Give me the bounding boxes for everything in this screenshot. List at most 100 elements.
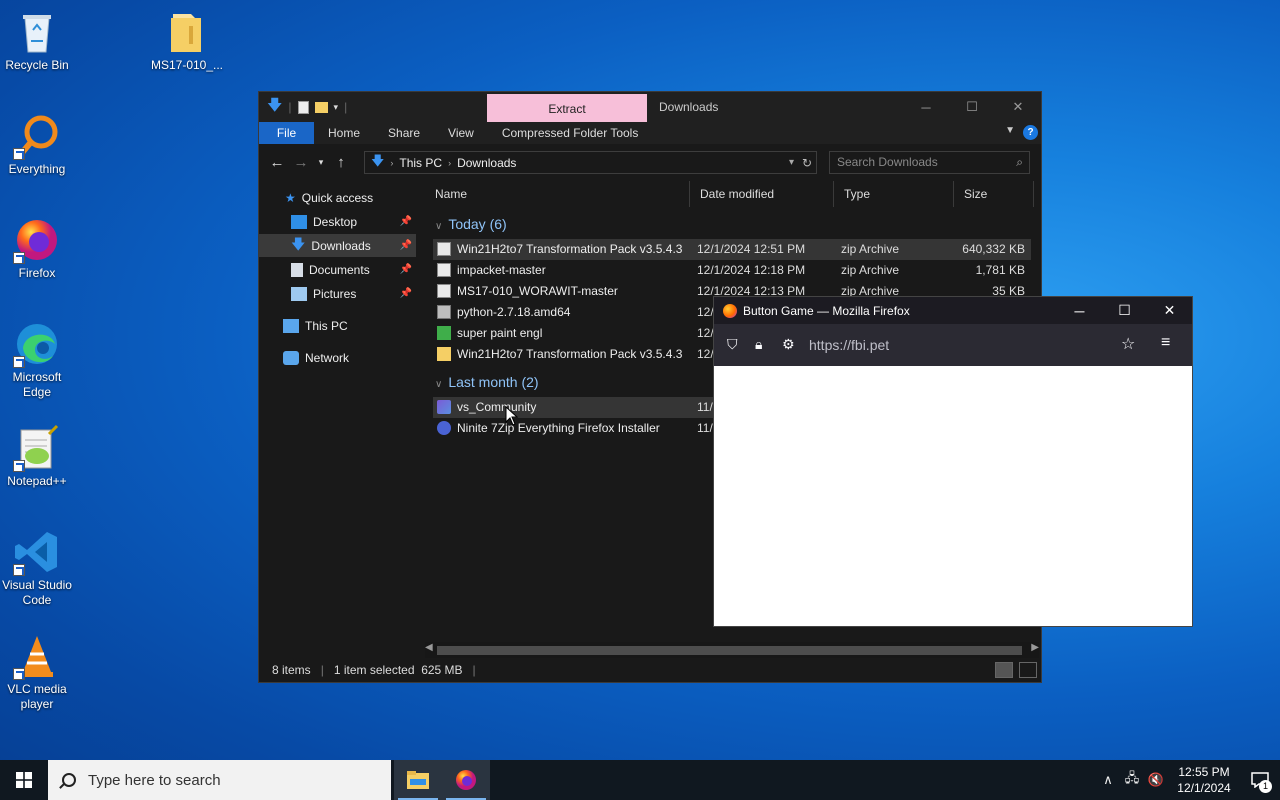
group-today[interactable]: ∨ Today (6) (435, 216, 507, 232)
file-date: 12/ (697, 326, 714, 340)
url-bar[interactable]: https://fbi.pet (809, 337, 889, 353)
address-dropdown-icon[interactable]: ▾ (789, 157, 794, 168)
volume-muted-icon[interactable]: 🔇 (1144, 772, 1168, 788)
new-folder-icon[interactable] (314, 101, 328, 113)
breadcrumb-downloads[interactable]: Downloads (457, 156, 516, 170)
desktop-icon-label: Recycle Bin (5, 58, 69, 72)
firefox-window[interactable]: Button Game — Mozilla Firefox ─ ☐ ✕ ⛉ 🔒︎… (713, 296, 1193, 627)
action-center-button[interactable]: 1 (1240, 760, 1280, 800)
properties-icon[interactable] (297, 100, 309, 114)
shield-icon[interactable]: ⛉ (727, 336, 738, 353)
nav-label: Network (305, 350, 350, 365)
webpage-content[interactable] (714, 366, 1192, 626)
shortcut-arrow-icon (13, 252, 25, 264)
taskbar-firefox[interactable] (442, 760, 490, 800)
breadcrumb-this-pc[interactable]: This PC (399, 156, 442, 170)
folder-icon (163, 8, 211, 56)
maximize-button[interactable]: ☐ (949, 92, 995, 122)
firefox-titlebar[interactable]: Button Game — Mozilla Firefox ─ ☐ ✕ (714, 297, 1192, 324)
nav-pictures[interactable]: Pictures 📌 (259, 282, 416, 305)
details-view-icon[interactable] (995, 662, 1013, 678)
lock-icon[interactable]: 🔒︎ (755, 336, 762, 353)
back-arrow-icon[interactable]: ← (265, 154, 289, 171)
desktop-icon-edge[interactable]: Microsoft Edge (0, 320, 74, 400)
tab-share[interactable]: Share (374, 126, 434, 140)
customize-qat-icon[interactable]: ▾ (334, 102, 339, 113)
file-date: 11/ (697, 400, 713, 414)
extract-contextual-tab[interactable]: Extract (487, 94, 647, 122)
system-tray: ∧ 🖧 🔇 12:55 PM 12/1/2024 1 (1096, 760, 1280, 800)
nav-documents[interactable]: Documents 📌 (259, 258, 416, 281)
desktop-icon-vscode[interactable]: Visual Studio Code (0, 528, 74, 608)
clock[interactable]: 12:55 PM 12/1/2024 (1168, 764, 1240, 796)
up-arrow-icon[interactable]: ↑ (329, 154, 353, 171)
tab-home[interactable]: Home (314, 126, 374, 140)
file-row[interactable]: impacket-master 12/1/2024 12:18 PM zip A… (433, 260, 1031, 281)
recent-locations-icon[interactable]: ▾ (313, 157, 329, 168)
help-icon[interactable]: ? (1023, 125, 1038, 140)
ribbon-expand-icon[interactable]: ▼ (1005, 125, 1015, 136)
scrollbar-thumb[interactable] (437, 646, 1022, 655)
file-name: impacket-master (457, 263, 546, 277)
archive-icon (437, 284, 451, 298)
ninite-icon (437, 421, 451, 435)
pin-icon: 📌 (399, 216, 412, 227)
desktop-icon-ms17-folder[interactable]: MS17-010_... (150, 8, 224, 73)
taskbar-search-box[interactable]: Type here to search (48, 760, 391, 800)
file-name: vs_Community (457, 400, 537, 414)
column-size[interactable]: Size (954, 181, 1034, 207)
column-name[interactable]: Name (425, 181, 690, 207)
desktop-icon-firefox[interactable]: Firefox (0, 216, 74, 281)
address-bar[interactable]: 🡇 › This PC › Downloads ▾ ↻ (364, 151, 817, 174)
desktop-icon-vlc[interactable]: VLC media player (0, 632, 74, 712)
download-arrow-icon[interactable]: 🡇 (267, 95, 282, 120)
show-hidden-icons-icon[interactable]: ∧ (1096, 772, 1120, 788)
nav-network[interactable]: Network (259, 346, 416, 369)
ribbon-tabs: File Home Share View Compressed Folder T… (259, 122, 1041, 144)
nav-this-pc[interactable]: This PC (259, 314, 416, 337)
file-date: 12/ (697, 347, 714, 361)
desktop-icon-label: Visual Studio Code (2, 578, 72, 607)
pin-icon: 📌 (399, 288, 412, 299)
desktop-icon-notepadpp[interactable]: Notepad++ (0, 424, 74, 489)
minimize-button[interactable]: ─ (903, 92, 949, 122)
column-type[interactable]: Type (834, 181, 954, 207)
explorer-titlebar[interactable]: 🡇 | ▾ | Extract Downloads ─ ☐ ✕ (259, 92, 1041, 122)
minimize-button[interactable]: ─ (1057, 297, 1102, 324)
bookmark-star-icon[interactable]: ☆ (1121, 334, 1135, 354)
refresh-icon[interactable]: ↻ (802, 156, 812, 170)
scroll-left-icon[interactable]: ◀ (425, 642, 433, 653)
tab-file[interactable]: File (259, 122, 314, 144)
nav-quick-access[interactable]: ★ Quick access (259, 186, 416, 209)
forward-arrow-icon[interactable]: → (289, 154, 313, 171)
permissions-icon[interactable]: ⚙ (782, 336, 795, 353)
horizontal-scrollbar[interactable]: ◀ ▶ (425, 642, 1039, 658)
pin-icon: 📌 (399, 240, 412, 251)
maximize-button[interactable]: ☐ (1102, 297, 1147, 324)
installer-icon (437, 305, 451, 319)
nav-desktop[interactable]: Desktop 📌 (259, 210, 416, 233)
close-button[interactable]: ✕ (995, 92, 1041, 122)
nav-downloads[interactable]: 🡇 Downloads 📌 (259, 234, 416, 257)
paint-app-icon (437, 326, 451, 340)
large-icons-view-icon[interactable] (1019, 662, 1037, 678)
tab-compressed-folder-tools[interactable]: Compressed Folder Tools (488, 126, 653, 140)
file-explorer-icon (407, 771, 429, 789)
column-date-modified[interactable]: Date modified (690, 181, 834, 207)
file-name: Ninite 7Zip Everything Firefox Installer (457, 421, 660, 435)
scroll-right-icon[interactable]: ▶ (1031, 642, 1039, 653)
group-last-month[interactable]: ∨ Last month (2) (435, 374, 539, 390)
search-input[interactable]: Search Downloads ⌕ (829, 151, 1030, 174)
vscode-icon (13, 528, 61, 576)
firefox-logo-icon (723, 303, 737, 318)
file-date: 12/ (697, 305, 714, 319)
taskbar-file-explorer[interactable] (394, 760, 442, 800)
desktop-icon-recycle-bin[interactable]: Recycle Bin (0, 8, 74, 73)
tab-view[interactable]: View (434, 126, 488, 140)
start-button[interactable] (0, 760, 48, 800)
desktop-icon-everything[interactable]: Everything (0, 112, 74, 177)
menu-icon[interactable]: ≡ (1161, 334, 1170, 352)
file-row[interactable]: Win21H2to7 Transformation Pack v3.5.4.3 … (433, 239, 1031, 260)
close-button[interactable]: ✕ (1147, 297, 1192, 324)
network-icon[interactable]: 🖧 (1120, 769, 1144, 791)
